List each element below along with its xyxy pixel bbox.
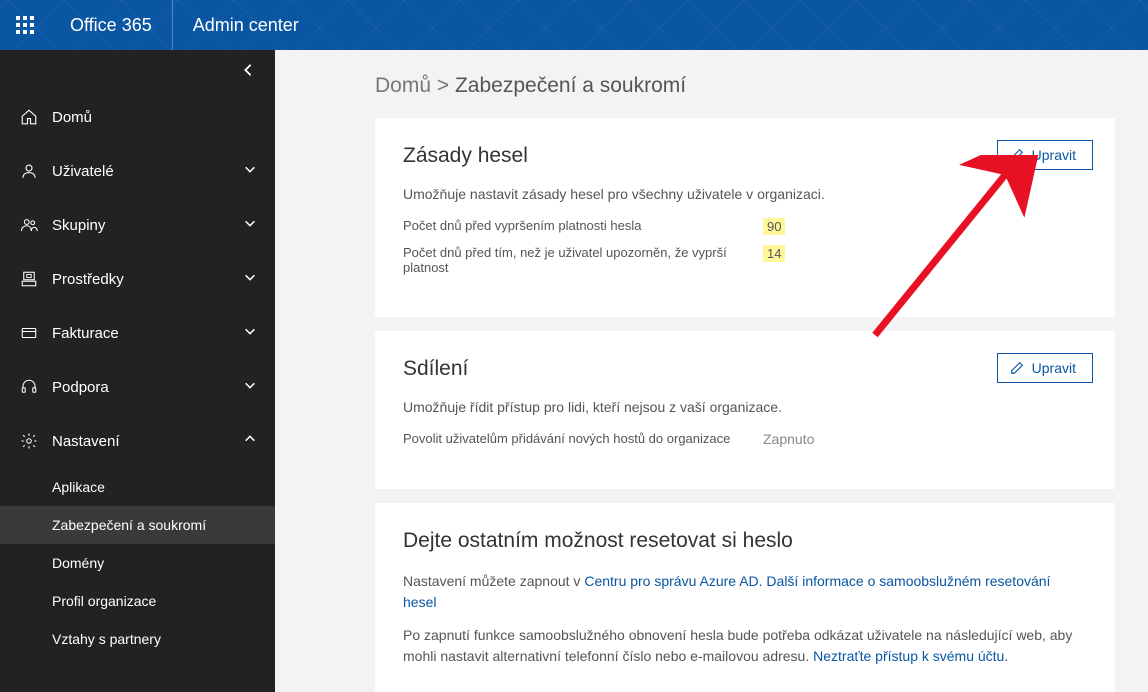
waffle-icon — [16, 16, 34, 34]
collapse-sidebar-button[interactable] — [0, 50, 275, 90]
sidebar-subitem-label: Domény — [52, 555, 104, 571]
panel-text-1: Nastavení můžete zapnout v Centru pro sp… — [403, 571, 1087, 613]
sidebar-item-label: Podpora — [52, 379, 109, 396]
chevron-down-icon — [243, 216, 257, 234]
edit-sharing-button[interactable]: Upravit — [997, 353, 1093, 383]
top-header: Office 365 Admin center — [0, 0, 1148, 50]
sidebar-subitem-label: Aplikace — [52, 479, 105, 495]
sidebar-item-label: Domů — [52, 109, 92, 126]
password-expiry-days-row: Počet dnů před vypršením platnosti hesla… — [403, 218, 1087, 235]
sidebar-item-users[interactable]: Uživatelé — [0, 144, 275, 198]
edit-button-label: Upravit — [1032, 147, 1076, 163]
resources-icon — [18, 270, 40, 288]
chevron-up-icon — [243, 432, 257, 450]
panel-title: Sdílení — [403, 357, 1087, 381]
panel-description: Umožňuje nastavit zásady hesel pro všech… — [403, 186, 1087, 202]
sidebar-subitem-label: Zabezpečení a soukromí — [52, 517, 206, 533]
sidebar-item-label: Uživatelé — [52, 163, 114, 180]
home-icon — [18, 108, 40, 126]
azure-ad-admin-link[interactable]: Centru pro správu Azure AD. — [584, 573, 762, 589]
chevron-left-icon — [241, 63, 255, 77]
sidebar-item-label: Prostředky — [52, 271, 124, 288]
chevron-down-icon — [243, 270, 257, 288]
support-icon — [18, 378, 40, 396]
panel-text-2: Po zapnutí funkce samoobslužného obnoven… — [403, 625, 1087, 667]
sidebar-subitem-partner-relations[interactable]: Vztahy s partnery — [0, 620, 275, 658]
edit-password-policy-button[interactable]: Upravit — [997, 140, 1093, 170]
sidebar-subitem-applications[interactable]: Aplikace — [0, 468, 275, 506]
row-label: Povolit uživatelům přidávání nových host… — [403, 431, 763, 447]
sidebar-item-groups[interactable]: Skupiny — [0, 198, 275, 252]
breadcrumb-current: Zabezpečení a soukromí — [455, 74, 686, 97]
panel-sharing: Upravit Sdílení Umožňuje řídit přístup p… — [375, 331, 1115, 489]
password-warning-days-row: Počet dnů před tím, než je uživatel upoz… — [403, 245, 1087, 275]
sidebar-item-settings[interactable]: Nastavení — [0, 414, 275, 468]
user-icon — [18, 162, 40, 180]
sidebar-subitem-security-privacy[interactable]: Zabezpečení a soukromí — [0, 506, 275, 544]
row-value: 90 — [763, 218, 785, 235]
sidebar-item-resources[interactable]: Prostředky — [0, 252, 275, 306]
sidebar-subitem-domains[interactable]: Domény — [0, 544, 275, 582]
brand-label[interactable]: Office 365 — [50, 0, 173, 50]
sidebar-subitem-label: Vztahy s partnery — [52, 631, 161, 647]
sidebar-subitem-label: Profil organizace — [52, 593, 156, 609]
panel-title: Dejte ostatním možnost resetovat si hesl… — [403, 529, 1087, 553]
row-value: 14 — [763, 245, 785, 262]
panel-password-reset: Dejte ostatním možnost resetovat si hesl… — [375, 503, 1115, 692]
gear-icon — [18, 432, 40, 450]
chevron-down-icon — [243, 162, 257, 180]
breadcrumb-sep: > — [437, 74, 449, 97]
panel-description: Umožňuje řídit přístup pro lidi, kteří n… — [403, 399, 1087, 415]
sidebar-item-label: Skupiny — [52, 217, 105, 234]
edit-button-label: Upravit — [1032, 360, 1076, 376]
sidebar-item-support[interactable]: Podpora — [0, 360, 275, 414]
row-label: Počet dnů před tím, než je uživatel upoz… — [403, 245, 763, 275]
group-icon — [18, 216, 40, 234]
app-launcher-button[interactable] — [0, 0, 50, 50]
sidebar-item-billing[interactable]: Fakturace — [0, 306, 275, 360]
sidebar-item-label: Fakturace — [52, 325, 119, 342]
sidebar-subitem-org-profile[interactable]: Profil organizace — [0, 582, 275, 620]
chevron-down-icon — [243, 324, 257, 342]
allow-guests-row: Povolit uživatelům přidávání nových host… — [403, 431, 1087, 447]
sidebar-item-home[interactable]: Domů — [0, 90, 275, 144]
row-label: Počet dnů před vypršením platnosti hesla — [403, 218, 763, 235]
keep-access-link[interactable]: Neztraťte přístup k svému účtu. — [813, 648, 1008, 664]
billing-icon — [18, 324, 40, 342]
breadcrumb: Domů > Zabezpečení a soukromí — [275, 50, 1148, 118]
sidebar: Domů Uživatelé Skupiny Prostředky — [0, 50, 275, 692]
pencil-icon — [1010, 361, 1024, 375]
chevron-down-icon — [243, 378, 257, 396]
pencil-icon — [1010, 148, 1024, 162]
breadcrumb-home[interactable]: Domů — [375, 74, 431, 97]
main-content: Domů > Zabezpečení a soukromí Upravit Zá… — [275, 50, 1148, 692]
subbrand-label[interactable]: Admin center — [173, 0, 319, 50]
row-value: Zapnuto — [763, 431, 814, 447]
panel-password-policy: Upravit Zásady hesel Umožňuje nastavit z… — [375, 118, 1115, 317]
sidebar-item-label: Nastavení — [52, 433, 120, 450]
panel-title: Zásady hesel — [403, 144, 1087, 168]
